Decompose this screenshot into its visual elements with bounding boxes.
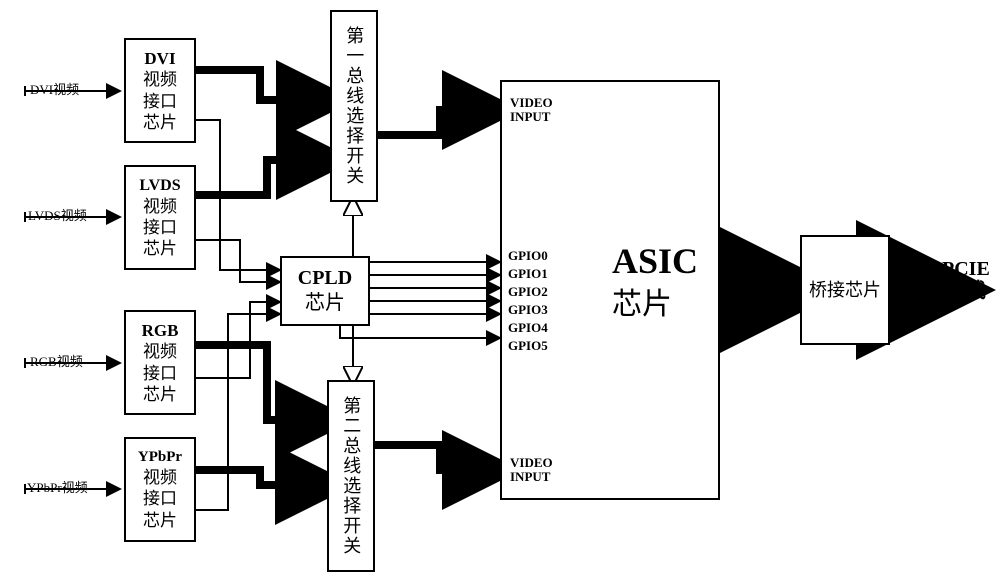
- asic-gpio4: GPIO4: [508, 320, 548, 336]
- asic-gpio1: GPIO1: [508, 266, 548, 282]
- chip-lvds-l2: 视频: [143, 196, 177, 217]
- chip-dvi: DVI 视频 接口 芯片: [124, 38, 196, 143]
- asic-gpio5: GPIO5: [508, 338, 548, 354]
- chip-ypbpr-l4: 芯片: [143, 510, 177, 531]
- chip-bridge: 桥接芯片: [800, 235, 890, 345]
- chip-rgb: RGB 视频 接口 芯片: [124, 310, 196, 415]
- chip-ypbpr-l3: 接口: [143, 488, 177, 509]
- input-label-lvds: LVDS视频: [28, 205, 87, 224]
- chip-rgb-l3: 接口: [143, 363, 177, 384]
- asic-gpio3: GPIO3: [508, 302, 548, 318]
- chip-ypbpr: YPbPr 视频 接口 芯片: [124, 437, 196, 542]
- chip-dvi-title: DVI: [144, 48, 175, 69]
- chip-lvds-l3: 接口: [143, 217, 177, 238]
- selector-second-label: 第二总线选择开关: [340, 396, 363, 556]
- chip-lvds-title: LVDS: [139, 176, 180, 196]
- chip-cpld: CPLD 芯片: [280, 256, 370, 326]
- chip-lvds-l4: 芯片: [143, 238, 177, 259]
- chip-cpld-sub: 芯片: [305, 291, 345, 316]
- chip-rgb-l4: 芯片: [143, 384, 177, 405]
- selector-first-label: 第一总线选择开关: [343, 26, 366, 186]
- output-pcie-l2: 总线: [942, 280, 990, 302]
- chip-bridge-label: 桥接芯片: [809, 279, 881, 302]
- chip-lvds: LVDS 视频 接口 芯片: [124, 165, 196, 270]
- chip-rgb-title: RGB: [142, 320, 179, 341]
- asic-video-input-bottom: VIDEO INPUT: [510, 456, 553, 485]
- asic-gpio0: GPIO0: [508, 248, 548, 264]
- chip-asic-sub: 芯片: [612, 288, 698, 321]
- selector-first: 第一总线选择开关: [330, 10, 378, 202]
- input-label-dvi: DVI视频: [30, 79, 79, 98]
- chip-asic-title: ASIC: [612, 242, 698, 282]
- input-label-rgb: RGB视频: [30, 351, 83, 370]
- output-pcie: PCIE 总线: [942, 258, 990, 302]
- selector-second: 第二总线选择开关: [327, 380, 375, 572]
- chip-cpld-title: CPLD: [298, 266, 352, 291]
- input-label-ypbpr: YPbPr视频: [27, 477, 88, 496]
- output-pcie-l1: PCIE: [942, 258, 990, 280]
- asic-gpio2: GPIO2: [508, 284, 548, 300]
- chip-rgb-l2: 视频: [143, 341, 177, 362]
- chip-dvi-l4: 芯片: [143, 112, 177, 133]
- chip-dvi-l3: 接口: [143, 91, 177, 112]
- chip-dvi-l2: 视频: [143, 69, 177, 90]
- asic-video-input-top: VIDEO INPUT: [510, 96, 553, 125]
- chip-ypbpr-title: YPbPr: [138, 448, 182, 467]
- chip-ypbpr-l2: 视频: [143, 467, 177, 488]
